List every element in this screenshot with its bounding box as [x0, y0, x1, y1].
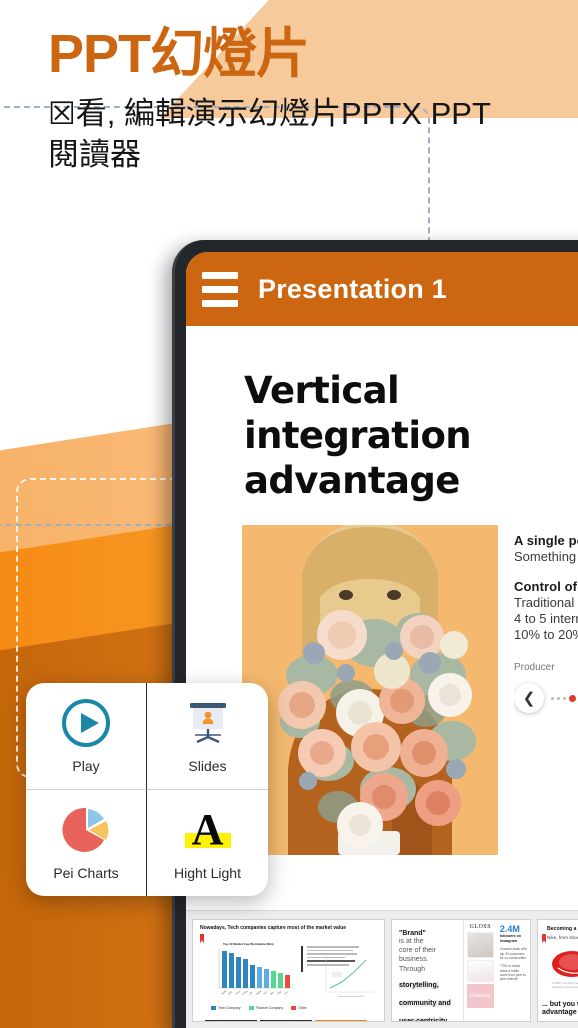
dot: [563, 696, 566, 700]
thumb2-chart-image: [466, 960, 494, 982]
slide-caption: Producer: [514, 662, 555, 674]
thumb2-line-3: business.: [399, 956, 429, 964]
thumb2-highlight-3: user-centricity: [399, 1017, 448, 1021]
thumb2-line-1: is at the: [399, 938, 424, 945]
svg-text:JNJ: JNJ: [284, 990, 290, 995]
svg-text:Tenc: Tenc: [263, 990, 269, 996]
thumb2-magazine-name: GLOSS: [469, 924, 492, 930]
pie-chart-icon: [62, 808, 109, 853]
thumb2-stat-label: followers on Instagram: [499, 934, 522, 943]
tile-highlight[interactable]: A Hight Light: [147, 790, 268, 897]
text-block-2-body: Traditional chain involves: [514, 595, 578, 611]
text-block-2-body2: 4 to 5 intermediaries, adding: [514, 611, 578, 627]
thumb2-note-2: "70% of online sales & traffic come from…: [499, 964, 526, 982]
thumb2-quote: "Brand": [399, 930, 426, 937]
text-block-2-head: Control of the experience: [514, 579, 578, 595]
slide-canvas[interactable]: Vertical integration advantage A single …: [186, 326, 578, 1028]
thumb1-box: [260, 1020, 312, 1021]
slide-image: [242, 525, 498, 856]
thumb3-banner-line2: advantage by installing: [542, 1009, 578, 1017]
thumb1-title: Nowadays, Tech companies capture most of…: [200, 925, 347, 931]
bouquet-illustration: [242, 525, 498, 856]
thumbnail-slide-2[interactable]: "Brand" is at the core of their business…: [391, 919, 531, 1022]
svg-text:Goog: Goog: [242, 989, 249, 995]
svg-text:a platform of running apps: a platform of running apps: [552, 985, 578, 989]
presentation-title: Presentation 1: [258, 273, 447, 304]
dot: [557, 696, 560, 700]
text-block-1-body: Something customers value: [514, 549, 578, 565]
text-highlight-icon: A: [182, 804, 234, 856]
thumb3-banner-line1: ... but you won't get a: [542, 1000, 578, 1008]
thumb2-stat-value: 2.4M: [499, 924, 520, 934]
slide-text-column: A single point of contact Something cust…: [514, 525, 578, 855]
thumb2-highlight-2: community and: [399, 999, 451, 1007]
thumb1-box: [315, 1020, 367, 1021]
thumb3-banner: ... but you won't get a advantage by ins…: [538, 997, 578, 1021]
tile-play-label: Play: [72, 758, 100, 775]
thumb2-stats-col: 2.4M followers on Instagram Channel stac…: [497, 920, 530, 1021]
svg-text:Msft: Msft: [228, 990, 234, 995]
slide-title: Vertical integration advantage: [244, 369, 472, 503]
tile-highlight-label: Hight Light: [174, 865, 241, 882]
svg-text:Brk: Brk: [270, 991, 275, 996]
svg-text:In 2006, a company launched: In 2006, a company launched: [552, 981, 578, 985]
thumb2-line-4: Through: [399, 965, 426, 973]
legend-item: Finance Company: [248, 1006, 283, 1010]
thumb1-line-chart: Internet Penetration, 2030: [325, 954, 374, 998]
svg-text:Amzn: Amzn: [235, 989, 242, 996]
thumb3-product-images: In 2006, a company launched a platform o…: [552, 951, 578, 989]
dot: [551, 696, 554, 700]
svg-text:Baba: Baba: [256, 989, 263, 995]
presentation-screen-icon: [189, 703, 226, 744]
thumb2-note-1: Channel stack with top 30 customers for …: [499, 947, 527, 960]
tile-pie-charts-label: Pei Charts: [53, 865, 119, 882]
slide-thumbnail-strip[interactable]: Nowadays, Tech companies capture most of…: [186, 910, 578, 1028]
thumb1-accent-icon: [200, 934, 204, 943]
thumb1-legend: Tech Company Finance Company Other: [211, 1006, 307, 1010]
app-bar: Presentation 1: [186, 252, 578, 326]
thumb2-brand-label: Glossier.: [469, 993, 491, 999]
tile-pie-charts[interactable]: Pei Charts: [26, 789, 147, 896]
phone-mockup: Presentation 1 Vertical integration adva…: [172, 240, 578, 1028]
thumb1-bar-chart: Top 10 Market Cap Worldwide ($bn) Apple …: [218, 942, 293, 996]
text-block-1-head: A single point of contact: [514, 533, 578, 549]
play-circle-icon: [62, 699, 110, 748]
slide-progress-dots: [551, 694, 576, 702]
svg-text:Top 10 Market Cap Worldwide ($: Top 10 Market Cap Worldwide ($bn): [223, 942, 274, 946]
thumbnail-slide-1[interactable]: Nowadays, Tech companies capture most of…: [192, 919, 385, 1022]
thumb1-box-row: [205, 1020, 367, 1021]
svg-text:JPM: JPM: [277, 990, 283, 995]
dot-active: [569, 694, 576, 702]
tile-slides-label: Slides: [188, 758, 227, 775]
thumb2-line-2: core of their: [399, 947, 436, 955]
headline-block: PPT幻燈片 ☒看, 編輯演示幻燈片PPTX PPT閱讀器: [48, 26, 518, 175]
thumb2-magazine-image: [466, 932, 494, 958]
tile-play[interactable]: Play: [26, 683, 147, 790]
thumb2-quote-panel: "Brand" is at the core of their business…: [392, 920, 464, 1021]
phone-screen: Presentation 1 Vertical integration adva…: [186, 252, 578, 1028]
thumb3-title: Becoming a software company: [547, 926, 578, 932]
legend-item: Other: [291, 1006, 307, 1010]
page-title: PPT幻燈片: [48, 24, 310, 84]
page-subtitle: ☒看, 編輯演示幻燈片PPTX PPT閱讀器: [48, 95, 491, 172]
feature-tiles-card: Play Slides Pei Charts A Hight Light: [26, 683, 268, 896]
thumb2-magazine-col: GLOSS Glossier.: [464, 920, 497, 1021]
svg-text:FB: FB: [249, 991, 254, 996]
thumb2-highlight-1: storytelling,: [399, 981, 439, 989]
svg-text:Internet Penetration, 2030: Internet Penetration, 2030: [338, 995, 364, 998]
slide-nav-row: ❮: [514, 683, 578, 714]
thumb2-media-panel: GLOSS Glossier. 2.4M followers on Instag…: [463, 920, 530, 1021]
text-block-2-body3: 10% to 20% of cost: [514, 627, 578, 643]
hamburger-icon[interactable]: [202, 271, 238, 307]
text-gap: [514, 564, 578, 579]
chevron-left-icon[interactable]: ❮: [514, 683, 544, 714]
tile-slides[interactable]: Slides: [147, 683, 268, 790]
legend-item: Tech Company: [211, 1006, 241, 1010]
thumbnail-slide-3[interactable]: Becoming a software company Nike, from s…: [537, 919, 578, 1022]
thumb1-box: [205, 1020, 257, 1021]
svg-text:Apple: Apple: [221, 989, 228, 996]
